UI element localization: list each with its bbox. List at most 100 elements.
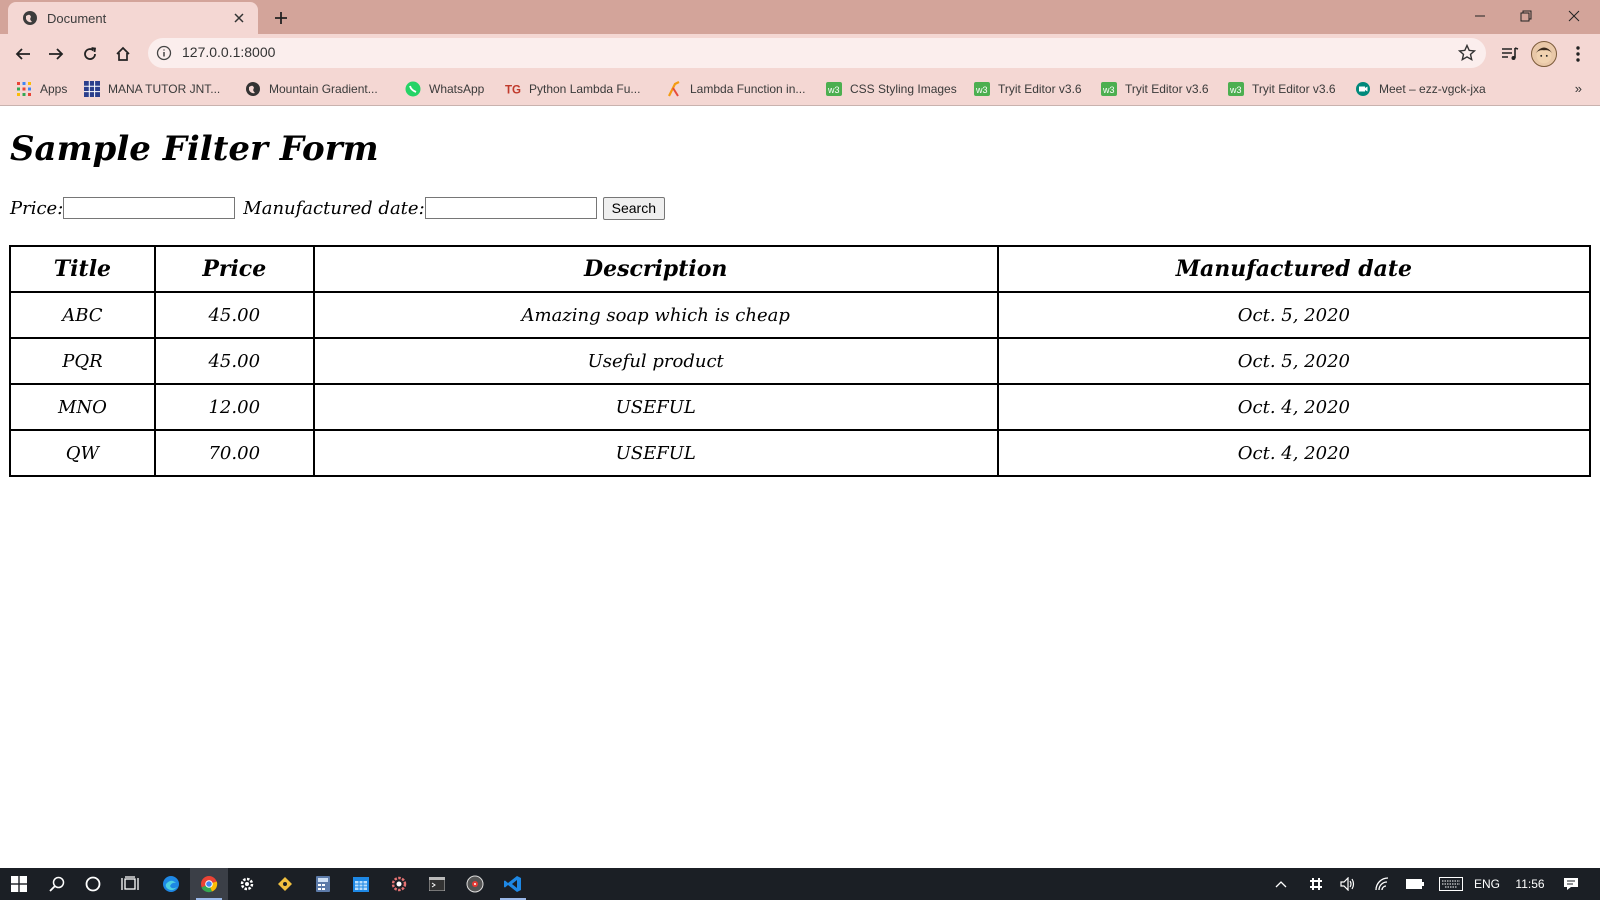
chrome-taskbar-icon[interactable] (190, 868, 228, 900)
media-player-icon[interactable] (456, 868, 494, 900)
cell-manufactured-date: Oct. 5, 2020 (996, 337, 1592, 385)
w3-icon: w3 (1101, 81, 1117, 97)
clock[interactable]: 11:56 (1508, 868, 1552, 900)
minimize-icon[interactable] (1457, 0, 1503, 32)
table-row: PQR 45.00 Useful product Oct. 5, 2020 (9, 337, 1592, 385)
bookmark-lambda-function[interactable]: Lambda Function in... (666, 80, 805, 98)
bookmark-meet[interactable]: Meet – ezz-vgck-jxa (1355, 80, 1486, 98)
svg-text:TG: TG (505, 84, 521, 96)
table-header-row: Title Price Description Manufactured dat… (9, 245, 1592, 293)
bookmarks-bar: Apps MANA TUTOR JNT... Mountain Gradient… (0, 72, 1600, 106)
cell-title: MNO (9, 383, 156, 431)
cell-title: ABC (9, 291, 156, 339)
svg-text:w3: w3 (1102, 85, 1115, 95)
back-arrow-icon[interactable] (10, 41, 36, 67)
info-icon[interactable] (156, 45, 172, 61)
bookmark-star-icon[interactable] (1457, 43, 1477, 62)
header-price: Price (153, 245, 315, 293)
bookmark-tryit-editor-2[interactable]: w3 Tryit Editor v3.6 (1101, 80, 1209, 98)
page-viewport: Sample Filter Form Price: Manufactured d… (0, 107, 1600, 868)
task-view-icon[interactable] (111, 868, 149, 900)
terminal-window-icon[interactable] (418, 868, 456, 900)
tab-document[interactable]: Document (8, 2, 258, 34)
windows-taskbar: ENG 11:56 (0, 868, 1600, 900)
search-button[interactable]: Search (602, 196, 665, 220)
cell-manufactured-date: Oct. 4, 2020 (996, 429, 1592, 477)
bookmark-tryit-editor-3[interactable]: w3 Tryit Editor v3.6 (1228, 80, 1336, 98)
reading-list-icon[interactable] (1497, 41, 1523, 67)
whatsapp-icon (405, 81, 421, 97)
bookmark-css-styling-images[interactable]: w3 CSS Styling Images (826, 80, 957, 98)
header-manufactured-date: Manufactured date (996, 245, 1592, 293)
windows-start-icon[interactable] (0, 868, 38, 900)
battery-icon[interactable] (1403, 868, 1427, 900)
results-table: Title Price Description Manufactured dat… (9, 245, 1592, 477)
table-row: MNO 12.00 USEFUL Oct. 4, 2020 (9, 383, 1592, 431)
home-icon[interactable] (110, 41, 136, 67)
bookmarks-overflow-button[interactable]: » (1575, 81, 1582, 96)
w3-icon: w3 (1228, 81, 1244, 97)
lambda-icon (666, 81, 682, 97)
calculator-icon[interactable] (304, 868, 342, 900)
settings-gear-icon[interactable] (228, 868, 266, 900)
git-diamond-icon[interactable] (266, 868, 304, 900)
tab-title: Document (47, 10, 107, 26)
calendar-icon[interactable] (342, 868, 380, 900)
price-input[interactable] (63, 197, 236, 219)
close-window-icon[interactable] (1551, 0, 1597, 32)
tab-strip: Document (0, 0, 1600, 34)
bookmark-apps[interactable]: Apps (16, 80, 67, 98)
header-description: Description (312, 245, 999, 293)
reload-icon[interactable] (77, 41, 103, 67)
restore-icon[interactable] (1503, 0, 1549, 32)
cell-title: QW (9, 429, 156, 477)
globe-icon (22, 10, 38, 26)
edge-browser-icon[interactable] (152, 868, 190, 900)
address-bar[interactable]: 127.0.0.1:8000 (148, 38, 1486, 68)
svg-text:w3: w3 (1229, 85, 1242, 95)
cell-description: USEFUL (312, 429, 999, 477)
volume-icon[interactable] (1336, 868, 1360, 900)
manufactured-date-input[interactable] (424, 197, 597, 219)
tray-chevron-up-icon[interactable] (1270, 868, 1292, 900)
cortana-circle-icon[interactable] (74, 868, 112, 900)
table-row: ABC 45.00 Amazing soap which is cheap Oc… (9, 291, 1592, 339)
notifications-icon[interactable] (1556, 868, 1586, 900)
meet-icon (1355, 81, 1371, 97)
cell-price: 45.00 (153, 337, 315, 385)
cell-price: 45.00 (153, 291, 315, 339)
language-indicator[interactable]: ENG (1470, 868, 1504, 900)
tg-logo: TG (505, 81, 521, 97)
cell-description: Amazing soap which is cheap (312, 291, 999, 339)
bookmark-mana-tutor[interactable]: MANA TUTOR JNT... (84, 80, 220, 98)
cell-price: 12.00 (153, 383, 315, 431)
vscode-icon[interactable] (494, 868, 532, 900)
close-tab-icon[interactable] (230, 9, 248, 27)
cell-description: Useful product (312, 337, 999, 385)
slack-tray-icon[interactable] (1304, 868, 1328, 900)
new-tab-icon[interactable] (270, 7, 292, 29)
grid-favicon (84, 81, 100, 97)
keyboard-icon[interactable] (1436, 868, 1466, 900)
url-text[interactable]: 127.0.0.1:8000 (182, 44, 275, 60)
menu-kebab-icon[interactable] (1565, 41, 1591, 67)
wifi-icon[interactable] (1370, 868, 1394, 900)
bookmark-mountain-gradient[interactable]: Mountain Gradient... (245, 80, 378, 98)
table-row: QW 70.00 USEFUL Oct. 4, 2020 (9, 429, 1592, 477)
cell-title: PQR (9, 337, 156, 385)
svg-text:w3: w3 (827, 85, 840, 95)
profile-avatar[interactable] (1531, 41, 1557, 67)
bookmark-python-lambda[interactable]: TG Python Lambda Fu... (505, 80, 640, 98)
forward-arrow-icon[interactable] (43, 41, 69, 67)
bookmark-tryit-editor-1[interactable]: w3 Tryit Editor v3.6 (974, 80, 1082, 98)
bookmark-whatsapp[interactable]: WhatsApp (405, 80, 484, 98)
w3-icon: w3 (826, 81, 842, 97)
search-icon[interactable] (38, 868, 76, 900)
globe-icon (245, 81, 261, 97)
gear-tool-icon[interactable] (380, 868, 418, 900)
apps-grid-icon (16, 81, 32, 97)
cell-description: USEFUL (312, 383, 999, 431)
cell-manufactured-date: Oct. 4, 2020 (996, 383, 1592, 431)
svg-text:w3: w3 (975, 85, 988, 95)
page-title: Sample Filter Form (10, 129, 379, 169)
